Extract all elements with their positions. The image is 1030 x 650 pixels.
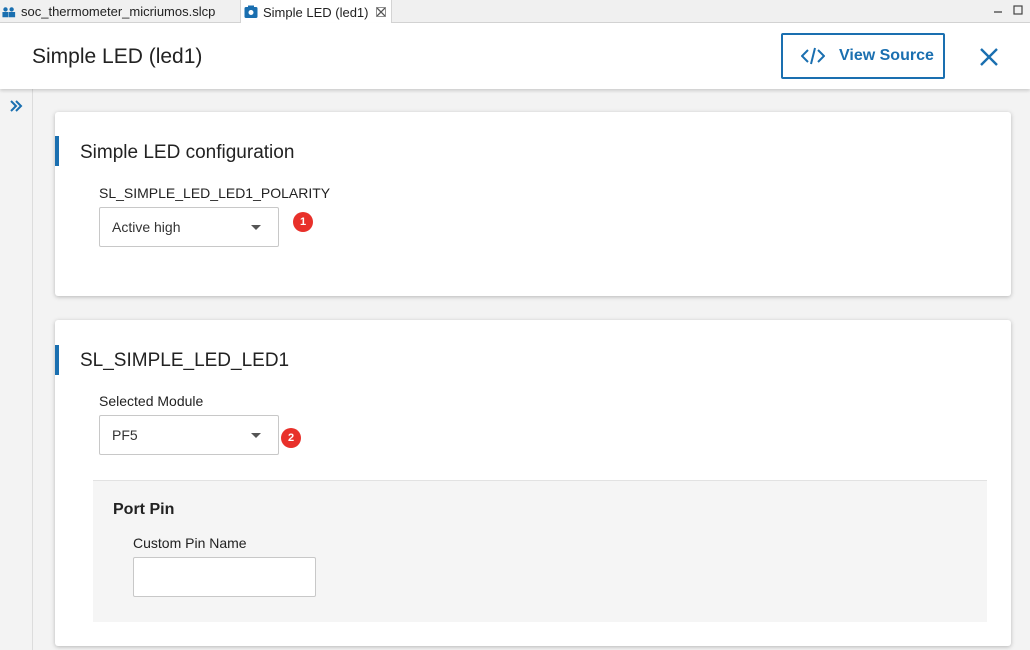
card-accent-bar [55, 345, 59, 375]
tab-label: soc_thermometer_micriumos.slcp [21, 4, 216, 19]
selected-module-select[interactable]: PF5 [99, 415, 279, 455]
card-title: Simple LED configuration [80, 142, 295, 163]
close-icon[interactable] [977, 45, 1001, 69]
tab-label: Simple LED (led1) [263, 4, 369, 20]
code-icon [801, 47, 825, 65]
simple-led-configuration-card: Simple LED configuration SL_SIMPLE_LED_L… [55, 112, 1011, 296]
chevron-down-icon [251, 225, 261, 230]
simple-led-led1-card: SL_SIMPLE_LED_LED1 Selected Module PF5 2… [55, 320, 1011, 646]
tab-project[interactable]: soc_thermometer_micriumos.slcp [2, 0, 236, 23]
component-icon [244, 5, 258, 19]
annotation-badge-2: 2 [281, 428, 301, 448]
tab-close-icon[interactable] [375, 5, 386, 20]
page-title: Simple LED (led1) [32, 45, 203, 68]
editor-header: Simple LED (led1) View Source [0, 23, 1030, 89]
annotation-badge-1: 1 [293, 212, 313, 232]
editor-tab-bar: soc_thermometer_micriumos.slcp Simple LE… [0, 0, 1030, 24]
selected-module-value: PF5 [112, 427, 138, 443]
selected-module-label: Selected Module [99, 393, 204, 409]
port-pin-title: Port Pin [113, 501, 175, 518]
card-accent-bar [55, 136, 59, 166]
expand-panel-icon[interactable] [9, 99, 23, 117]
card-title: SL_SIMPLE_LED_LED1 [80, 350, 290, 371]
project-icon [2, 5, 16, 19]
view-source-label: View Source [839, 47, 934, 64]
side-rail [0, 89, 33, 650]
maximize-icon[interactable] [1011, 3, 1025, 17]
view-source-button[interactable]: View Source [781, 33, 945, 79]
polarity-value: Active high [112, 219, 181, 235]
polarity-select[interactable]: Active high [99, 207, 279, 247]
minimize-icon[interactable] [991, 3, 1005, 17]
custom-pin-name-label: Custom Pin Name [133, 535, 247, 551]
polarity-label: SL_SIMPLE_LED_LED1_POLARITY [99, 185, 331, 201]
chevron-down-icon [251, 433, 261, 438]
port-pin-panel: Port Pin Custom Pin Name [93, 480, 987, 622]
custom-pin-name-input[interactable] [133, 557, 316, 597]
tab-simple-led[interactable]: Simple LED (led1) [240, 0, 392, 24]
